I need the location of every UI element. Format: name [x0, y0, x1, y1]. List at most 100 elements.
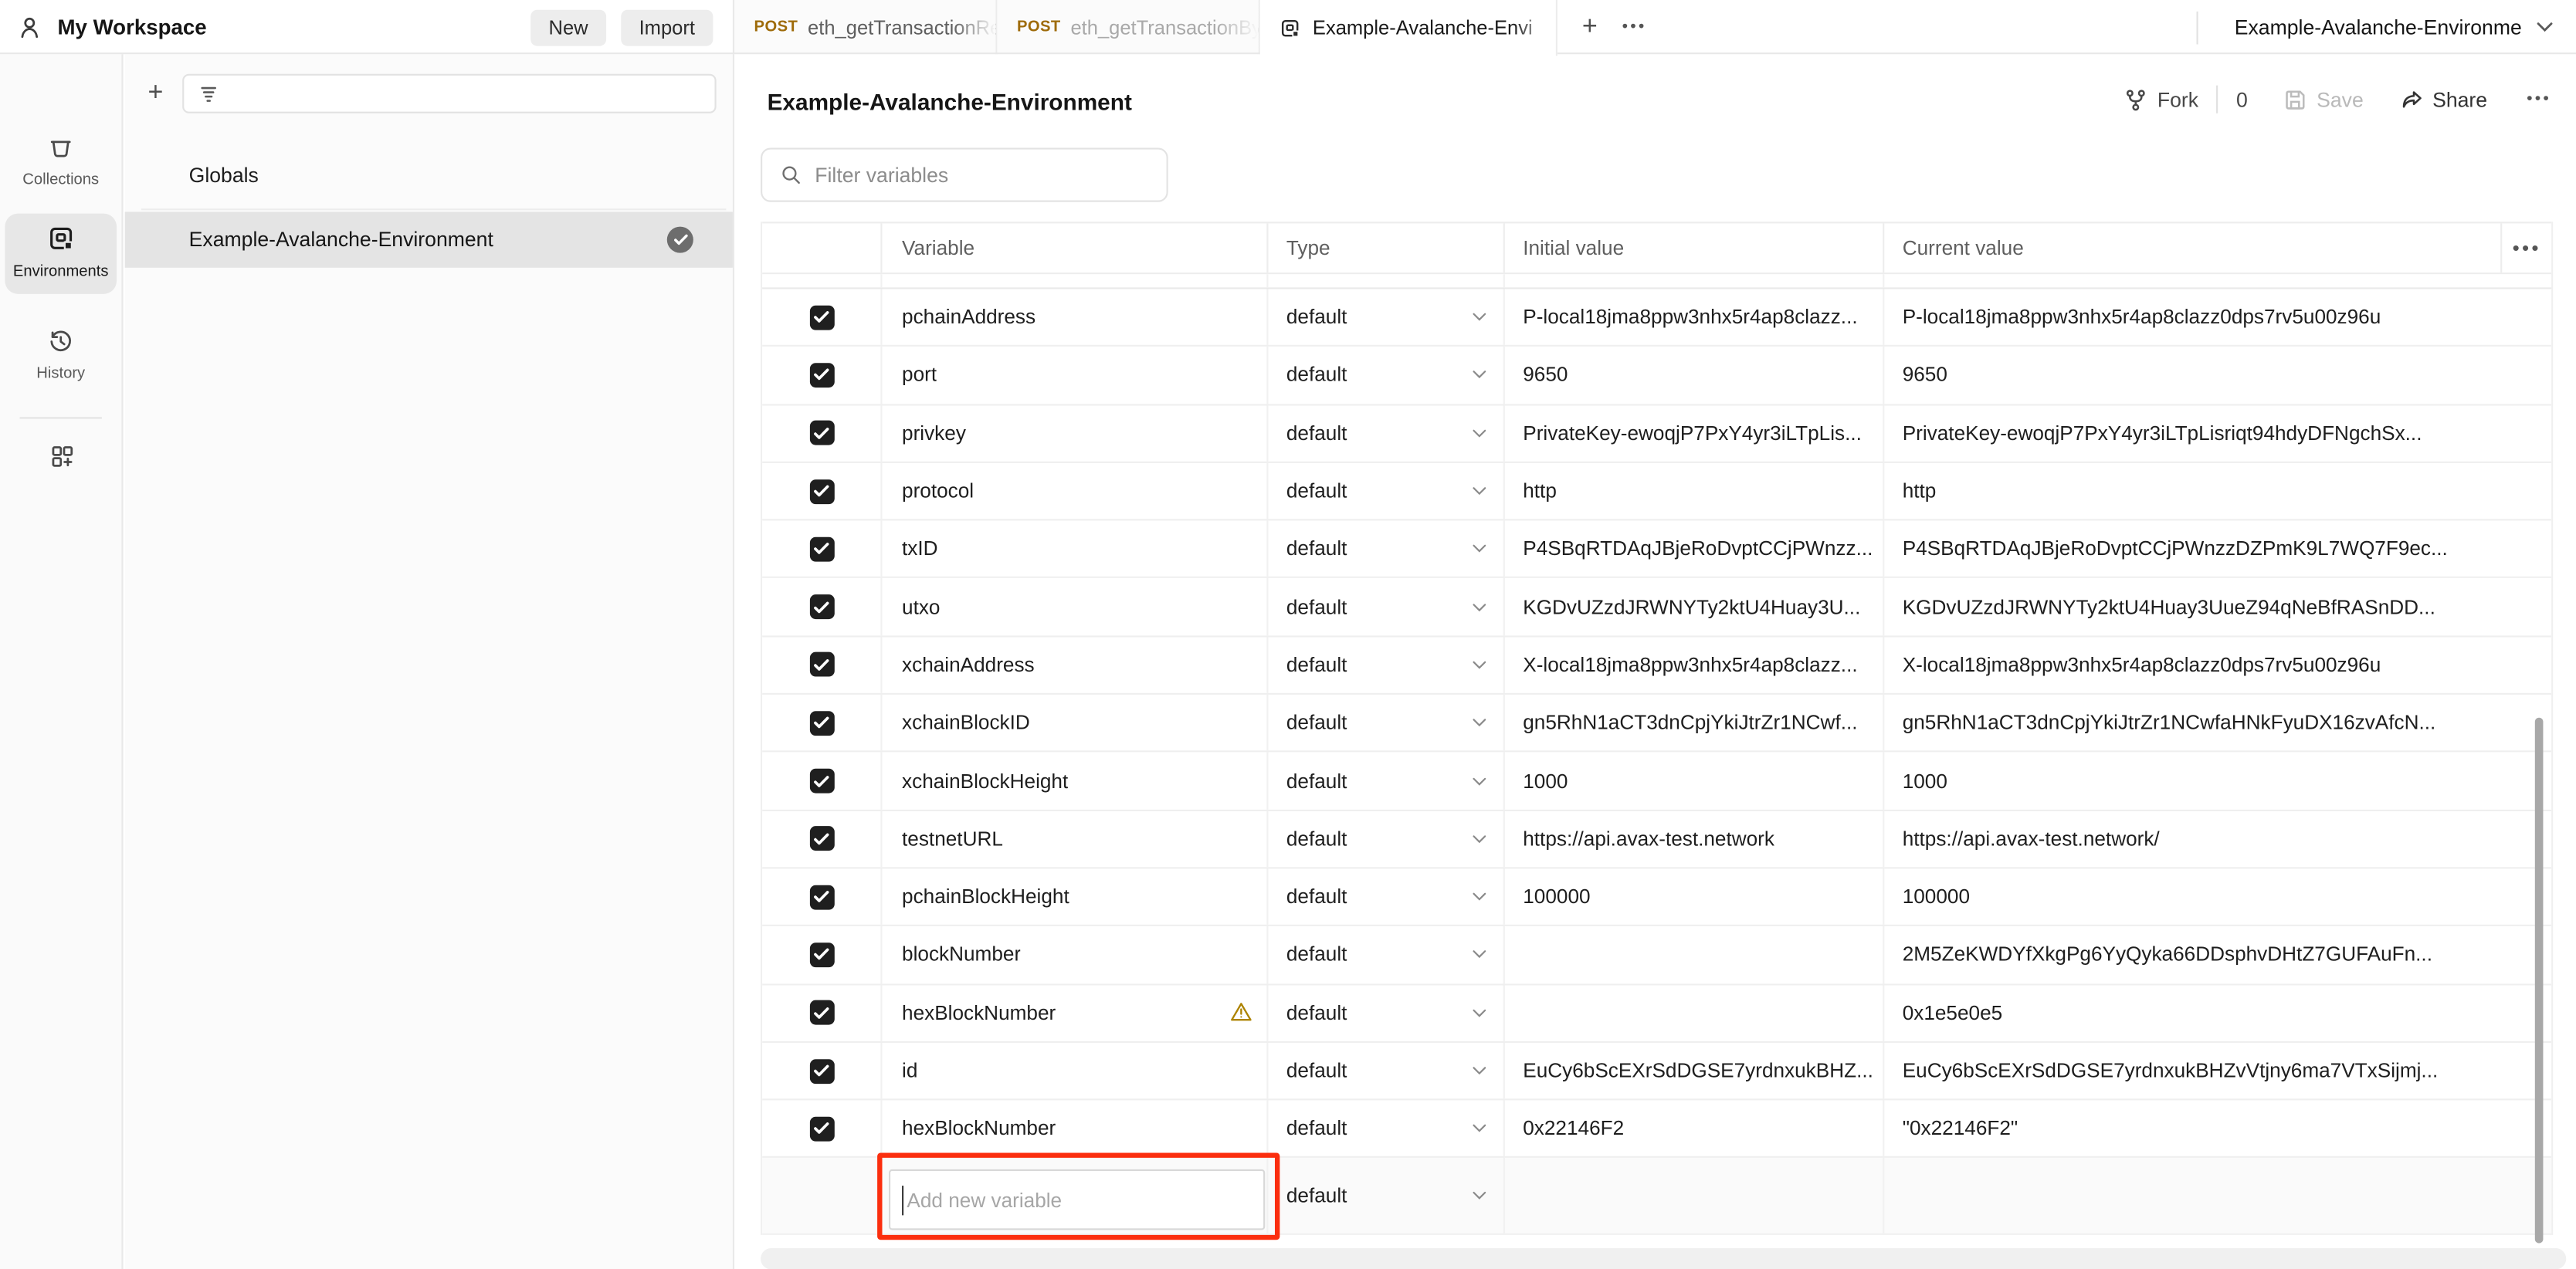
- create-environment-button[interactable]: +: [147, 80, 163, 107]
- row-current-value-cell[interactable]: 100000: [1884, 868, 2551, 925]
- sidebar-item-collections[interactable]: Collections: [5, 124, 117, 202]
- row-variable-cell[interactable]: protocol: [882, 463, 1268, 519]
- row-type-cell[interactable]: default: [1268, 521, 1504, 577]
- row-type-cell[interactable]: default: [1268, 695, 1504, 751]
- row-variable-cell[interactable]: utxo: [882, 579, 1268, 635]
- row-initial-value-cell[interactable]: P-local18jma8ppw3nhx5r4ap8clazz...: [1505, 289, 1884, 345]
- table-header-options-icon[interactable]: •••: [2502, 223, 2551, 272]
- add-row-type-cell[interactable]: default: [1268, 1159, 1504, 1234]
- row-variable-cell[interactable]: pchainAddress: [882, 289, 1268, 345]
- row-checkbox[interactable]: [809, 305, 834, 330]
- row-type-cell[interactable]: default: [1268, 1043, 1504, 1099]
- add-row-initial-cell[interactable]: [1505, 1159, 1884, 1234]
- row-checkbox[interactable]: [809, 1058, 834, 1083]
- filter-variables-input[interactable]: Filter variables: [761, 147, 1168, 201]
- row-checkbox[interactable]: [809, 1116, 834, 1141]
- save-button[interactable]: Save: [2284, 88, 2364, 111]
- row-initial-value-cell[interactable]: https://api.avax-test.network: [1505, 810, 1884, 867]
- row-initial-value-cell[interactable]: X-local18jma8ppw3nhx5r4ap8clazz...: [1505, 637, 1884, 693]
- row-initial-value-cell[interactable]: [1505, 985, 1884, 1041]
- row-current-value-cell[interactable]: P-local18jma8ppw3nhx5r4ap8clazz0dps7rv5u…: [1884, 289, 2551, 345]
- row-initial-value-cell[interactable]: EuCy6bScEXrSdDGSE7yrdnxukBHZ...: [1505, 1043, 1884, 1099]
- row-current-value-cell[interactable]: P4SBqRTDAqJBjeRoDvptCCjPWnzzDZPmK9L7WQ7F…: [1884, 521, 2551, 577]
- add-tab-button[interactable]: +: [1582, 14, 1598, 40]
- row-variable-cell[interactable]: xchainAddress: [882, 637, 1268, 693]
- row-variable-cell[interactable]: port: [882, 347, 1268, 404]
- row-type-cell[interactable]: default: [1268, 637, 1504, 693]
- row-checkbox[interactable]: [809, 885, 834, 909]
- sidebar-item-globals[interactable]: Globals: [125, 147, 733, 203]
- row-current-value-cell[interactable]: gn5RhN1aCT3dnCpjYkiJtrZr1NCwfaHNkFyuDX16…: [1884, 695, 2551, 751]
- row-current-value-cell[interactable]: 2M5ZeKWDYfXkgPg6YyQyka66DDsphvDHtZ7GUFAu…: [1884, 927, 2551, 983]
- row-checkbox[interactable]: [809, 653, 834, 678]
- row-type-cell[interactable]: default: [1268, 579, 1504, 635]
- horizontal-scrollbar-track[interactable]: [761, 1248, 2566, 1269]
- row-checkbox[interactable]: [809, 363, 834, 387]
- row-variable-cell[interactable]: hexBlockNumber: [882, 985, 1268, 1041]
- row-variable-cell[interactable]: hexBlockNumber: [882, 1101, 1268, 1157]
- row-checkbox[interactable]: [809, 711, 834, 736]
- configure-workbench-button[interactable]: [0, 443, 124, 469]
- row-checkbox[interactable]: [809, 1000, 834, 1025]
- row-variable-cell[interactable]: blockNumber: [882, 927, 1268, 983]
- vertical-scrollbar[interactable]: [2535, 718, 2544, 1244]
- row-type-cell[interactable]: default: [1268, 927, 1504, 983]
- row-type-cell[interactable]: default: [1268, 463, 1504, 519]
- row-type-cell[interactable]: default: [1268, 985, 1504, 1041]
- row-current-value-cell[interactable]: 9650: [1884, 347, 2551, 404]
- row-current-value-cell[interactable]: EuCy6bScEXrSdDGSE7yrdnxukBHZvVtjny6ma7VT…: [1884, 1043, 2551, 1099]
- row-checkbox[interactable]: [809, 421, 834, 445]
- add-row-current-cell[interactable]: [1884, 1159, 2551, 1234]
- row-initial-value-cell[interactable]: P4SBqRTDAqJBjeRoDvptCCjPWnzz...: [1505, 521, 1884, 577]
- tab-environment-active[interactable]: Example-Avalanche-Envi: [1260, 0, 1557, 56]
- fork-button[interactable]: Fork: [2124, 88, 2198, 111]
- row-variable-cell[interactable]: pchainBlockHeight: [882, 868, 1268, 925]
- row-type-cell[interactable]: default: [1268, 868, 1504, 925]
- row-initial-value-cell[interactable]: 9650: [1505, 347, 1884, 404]
- row-variable-cell[interactable]: txID: [882, 521, 1268, 577]
- row-variable-cell[interactable]: xchainBlockID: [882, 695, 1268, 751]
- row-current-value-cell[interactable]: "0x22146F2": [1884, 1101, 2551, 1157]
- sidebar-item-history[interactable]: History: [5, 317, 117, 396]
- row-checkbox[interactable]: [809, 594, 834, 619]
- row-variable-cell[interactable]: memo: [882, 274, 1268, 288]
- tab-request-1[interactable]: POST eth_getTransactionRece: [734, 0, 997, 54]
- row-current-value-cell[interactable]: PrivateKey-ewoqjP7PxY4yr3iLTpLisriqt94hd…: [1884, 405, 2551, 462]
- row-checkbox[interactable]: [809, 536, 834, 561]
- import-button[interactable]: Import: [621, 9, 713, 46]
- row-initial-value-cell[interactable]: 0x22146F2: [1505, 1101, 1884, 1157]
- row-checkbox[interactable]: [809, 827, 834, 851]
- environment-selector[interactable]: Example-Avalanche-Environme: [2198, 0, 2576, 54]
- sidebar-item-environments[interactable]: Environments: [5, 214, 117, 294]
- row-current-value-cell[interactable]: https://api.avax-test.network/: [1884, 810, 2551, 867]
- row-initial-value-cell[interactable]: http: [1505, 463, 1884, 519]
- row-checkbox[interactable]: [809, 942, 834, 967]
- row-current-value-cell[interactable]: http: [1884, 463, 2551, 519]
- share-button[interactable]: Share: [2400, 88, 2488, 111]
- row-type-cell[interactable]: default: [1268, 274, 1504, 288]
- new-button[interactable]: New: [530, 9, 606, 46]
- more-options-icon[interactable]: •••: [2527, 90, 2551, 108]
- row-initial-value-cell[interactable]: EagcslZMfcY11v1gcoV1HzWVo5...: [1505, 274, 1884, 288]
- row-type-cell[interactable]: default: [1268, 753, 1504, 809]
- row-variable-cell[interactable]: privkey: [882, 405, 1268, 462]
- fork-count[interactable]: 0: [2236, 88, 2248, 111]
- tab-request-2[interactable]: POST eth_getTransactionByHa: [997, 0, 1259, 54]
- row-current-value-cell[interactable]: KGDvUZzdJRWNYTy2ktU4Huay3UueZ94qNeBfRASn…: [1884, 579, 2551, 635]
- row-initial-value-cell[interactable]: 100000: [1505, 868, 1884, 925]
- add-variable-input[interactable]: [890, 1170, 1263, 1231]
- row-variable-cell[interactable]: id: [882, 1043, 1268, 1099]
- workspace-name[interactable]: My Workspace: [57, 15, 206, 39]
- row-variable-cell[interactable]: testnetURL: [882, 810, 1268, 867]
- sidebar-item-environment[interactable]: Example-Avalanche-Environment: [125, 212, 733, 267]
- row-type-cell[interactable]: default: [1268, 347, 1504, 404]
- row-current-value-cell[interactable]: 0x1e5e0e5: [1884, 985, 2551, 1041]
- row-initial-value-cell[interactable]: KGDvUZzdJRWNYTy2ktU4Huay3U...: [1505, 579, 1884, 635]
- environment-filter-input[interactable]: [183, 74, 717, 113]
- row-checkbox[interactable]: [809, 479, 834, 503]
- active-environment-check-icon[interactable]: [667, 227, 693, 253]
- row-initial-value-cell[interactable]: PrivateKey-ewoqjP7PxY4yr3iLTpLis...: [1505, 405, 1884, 462]
- row-current-value-cell[interactable]: 1000: [1884, 753, 2551, 809]
- row-current-value-cell[interactable]: X-local18jma8ppw3nhx5r4ap8clazz0dps7rv5u…: [1884, 637, 2551, 693]
- row-initial-value-cell[interactable]: [1505, 927, 1884, 983]
